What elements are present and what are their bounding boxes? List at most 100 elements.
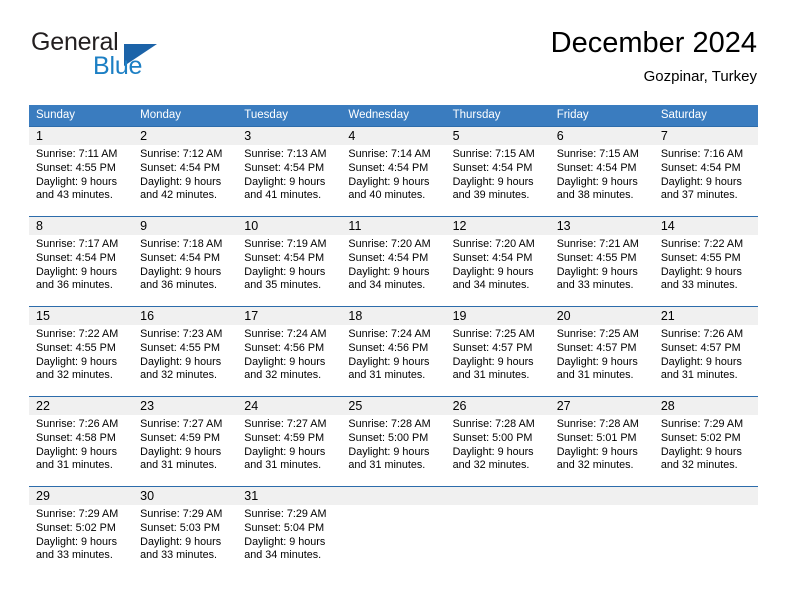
day-number: 25 [341,397,446,415]
day-number: 19 [445,307,550,325]
calendar-day-cell[interactable]: 24 Sunrise: 7:27 AM Sunset: 4:59 PM Dayligh… [237,396,342,486]
sunset-text: Sunset: 4:57 PM [452,341,533,354]
day-details: Sunrise: 7:29 AM Sunset: 5:02 PM Daylight:… [29,505,133,563]
daylight-text-line2: and 31 minutes. [36,459,113,472]
weekday-header-row: Sunday Monday Tuesday Wednesday Thursday… [29,105,758,126]
day-cell-inner: 26 Sunrise: 7:28 AM Sunset: 5:00 PM Dayligh… [445,396,550,486]
calendar-day-cell[interactable] [341,486,446,576]
sunrise-text: Sunrise: 7:22 AM [660,238,744,250]
calendar-day-cell[interactable]: 19 Sunrise: 7:25 AM Sunset: 4:57 PM Dayligh… [445,306,550,396]
day-number: 1 [29,127,134,145]
sunrise-text: Sunrise: 7:15 AM [556,148,639,160]
sunrise-text: Sunrise: 7:22 AM [36,328,119,340]
day-details: Sunrise: 7:27 AM Sunset: 4:59 PM Daylight:… [133,415,237,473]
calendar-day-cell[interactable]: 6 Sunrise: 7:15 AM Sunset: 4:54 PM Daylight… [549,126,654,216]
calendar-day-cell[interactable]: 20 Sunrise: 7:25 AM Sunset: 4:57 PM Dayligh… [549,306,654,396]
day-details [654,505,758,508]
weekday-header-tuesday: Tuesday [237,105,342,126]
calendar-day-cell[interactable] [653,486,758,576]
day-number: 24 [237,397,342,415]
calendar-page: General Blue December 2024 Gozpinar, Tur… [0,0,792,612]
day-cell-inner: 6 Sunrise: 7:15 AM Sunset: 4:54 PM Daylight… [549,126,654,216]
calendar-day-cell[interactable]: 2 Sunrise: 7:12 AM Sunset: 4:54 PM Daylight… [133,126,238,216]
day-cell-inner: 13 Sunrise: 7:21 AM Sunset: 4:55 PM Dayligh… [549,216,654,306]
calendar-day-cell[interactable]: 26 Sunrise: 7:28 AM Sunset: 5:00 PM Dayligh… [445,396,550,486]
day-details: Sunrise: 7:16 AM Sunset: 4:54 PM Daylight:… [654,145,758,203]
daylight-text-line1: Daylight: 9 hours [140,175,222,188]
calendar-day-cell[interactable] [549,486,654,576]
calendar-day-cell[interactable]: 10 Sunrise: 7:19 AM Sunset: 4:54 PM Dayligh… [237,216,342,306]
sunrise-text: Sunrise: 7:20 AM [452,238,535,250]
calendar-day-cell[interactable]: 22 Sunrise: 7:26 AM Sunset: 4:58 PM Dayligh… [29,396,134,486]
calendar-day-cell[interactable]: 4 Sunrise: 7:14 AM Sunset: 4:54 PM Daylight… [341,126,446,216]
day-details: Sunrise: 7:26 AM Sunset: 4:58 PM Daylight:… [29,415,133,473]
day-cell-inner: 14 Sunrise: 7:22 AM Sunset: 4:55 PM Dayligh… [653,216,758,306]
calendar-day-cell[interactable]: 11 Sunrise: 7:20 AM Sunset: 4:54 PM Dayligh… [341,216,446,306]
sunrise-text: Sunrise: 7:11 AM [36,148,118,160]
day-details: Sunrise: 7:24 AM Sunset: 4:56 PM Daylight:… [237,325,341,383]
day-cell-inner: 25 Sunrise: 7:28 AM Sunset: 5:00 PM Dayligh… [341,396,446,486]
day-number [341,487,446,505]
calendar-day-cell[interactable]: 25 Sunrise: 7:28 AM Sunset: 5:00 PM Dayligh… [341,396,446,486]
day-details: Sunrise: 7:14 AM Sunset: 4:54 PM Daylight:… [341,145,445,203]
calendar-day-cell[interactable]: 15 Sunrise: 7:22 AM Sunset: 4:55 PM Dayligh… [29,306,134,396]
daylight-text-line1: Daylight: 9 hours [36,265,118,278]
sunrise-text: Sunrise: 7:19 AM [244,238,327,250]
sunset-text: Sunset: 4:58 PM [36,431,116,444]
daylight-text-line2: and 33 minutes. [140,549,217,562]
day-cell-inner: 18 Sunrise: 7:24 AM Sunset: 4:56 PM Dayligh… [341,306,446,396]
daylight-text-line2: and 31 minutes. [660,369,738,382]
day-cell-inner: 1 Sunrise: 7:11 AM Sunset: 4:55 PM Daylight… [29,126,134,216]
daylight-text-line1: Daylight: 9 hours [36,445,118,458]
day-number: 26 [445,397,550,415]
calendar-day-cell[interactable]: 31 Sunrise: 7:29 AM Sunset: 5:04 PM Dayligh… [237,486,342,576]
sunset-text: Sunset: 4:54 PM [452,251,533,264]
daylight-text-line1: Daylight: 9 hours [660,265,742,278]
calendar-day-cell[interactable]: 29 Sunrise: 7:29 AM Sunset: 5:02 PM Dayligh… [29,486,134,576]
calendar-day-cell[interactable]: 30 Sunrise: 7:29 AM Sunset: 5:03 PM Dayligh… [133,486,238,576]
calendar-day-cell[interactable]: 17 Sunrise: 7:24 AM Sunset: 4:56 PM Dayligh… [237,306,342,396]
day-number: 9 [133,217,238,235]
day-cell-inner: 8 Sunrise: 7:17 AM Sunset: 4:54 PM Daylight… [29,216,134,306]
daylight-text-line2: and 36 minutes. [36,279,113,292]
calendar-day-cell[interactable]: 1 Sunrise: 7:11 AM Sunset: 4:55 PM Daylight… [29,126,134,216]
calendar-day-cell[interactable]: 18 Sunrise: 7:24 AM Sunset: 4:56 PM Dayligh… [341,306,446,396]
day-details: Sunrise: 7:29 AM Sunset: 5:03 PM Daylight:… [133,505,237,563]
day-details: Sunrise: 7:22 AM Sunset: 4:55 PM Daylight:… [654,235,758,293]
daylight-text-line1: Daylight: 9 hours [660,175,742,188]
calendar-day-cell[interactable]: 28 Sunrise: 7:29 AM Sunset: 5:02 PM Dayligh… [653,396,758,486]
calendar-day-cell[interactable]: 21 Sunrise: 7:26 AM Sunset: 4:57 PM Dayligh… [653,306,758,396]
daylight-text-line2: and 34 minutes. [348,279,426,292]
calendar-day-cell[interactable]: 23 Sunrise: 7:27 AM Sunset: 4:59 PM Dayligh… [133,396,238,486]
day-cell-inner: 28 Sunrise: 7:29 AM Sunset: 5:02 PM Dayligh… [653,396,758,486]
calendar-day-cell[interactable]: 13 Sunrise: 7:21 AM Sunset: 4:55 PM Dayligh… [549,216,654,306]
calendar-day-cell[interactable]: 16 Sunrise: 7:23 AM Sunset: 4:55 PM Dayligh… [133,306,238,396]
calendar-day-cell[interactable]: 27 Sunrise: 7:28 AM Sunset: 5:01 PM Dayligh… [549,396,654,486]
day-number: 12 [445,217,550,235]
day-cell-inner: 16 Sunrise: 7:23 AM Sunset: 4:55 PM Dayligh… [133,306,238,396]
day-number: 16 [133,307,238,325]
day-number: 22 [29,397,134,415]
calendar-day-cell[interactable]: 12 Sunrise: 7:20 AM Sunset: 4:54 PM Dayligh… [445,216,550,306]
calendar-day-cell[interactable]: 7 Sunrise: 7:16 AM Sunset: 4:54 PM Daylight… [653,126,758,216]
calendar-day-cell[interactable]: 14 Sunrise: 7:22 AM Sunset: 4:55 PM Dayligh… [653,216,758,306]
day-number: 17 [237,307,342,325]
weekday-header-saturday: Saturday [653,105,758,126]
day-details: Sunrise: 7:22 AM Sunset: 4:55 PM Daylight:… [29,325,133,383]
page-header: General Blue December 2024 Gozpinar, Tur… [29,26,757,98]
sunset-text: Sunset: 5:00 PM [348,431,429,444]
calendar-day-cell[interactable]: 5 Sunrise: 7:15 AM Sunset: 4:54 PM Daylight… [445,126,550,216]
sunset-text: Sunset: 4:56 PM [348,341,429,354]
calendar-day-cell[interactable]: 8 Sunrise: 7:17 AM Sunset: 4:54 PM Daylight… [29,216,134,306]
sunrise-text: Sunrise: 7:12 AM [140,148,223,160]
day-details: Sunrise: 7:18 AM Sunset: 4:54 PM Daylight:… [133,235,237,293]
day-details: Sunrise: 7:26 AM Sunset: 4:57 PM Daylight:… [654,325,758,383]
calendar-day-cell[interactable]: 3 Sunrise: 7:13 AM Sunset: 4:54 PM Daylight… [237,126,342,216]
daylight-text-line2: and 34 minutes. [452,279,530,292]
daylight-text-line1: Daylight: 9 hours [348,175,430,188]
daylight-text-line2: and 33 minutes. [660,279,738,292]
calendar-week-row: 15 Sunrise: 7:22 AM Sunset: 4:55 PM Dayligh… [29,306,758,396]
calendar-day-cell[interactable] [445,486,550,576]
daylight-text-line2: and 36 minutes. [140,279,217,292]
calendar-day-cell[interactable]: 9 Sunrise: 7:18 AM Sunset: 4:54 PM Daylight… [133,216,238,306]
